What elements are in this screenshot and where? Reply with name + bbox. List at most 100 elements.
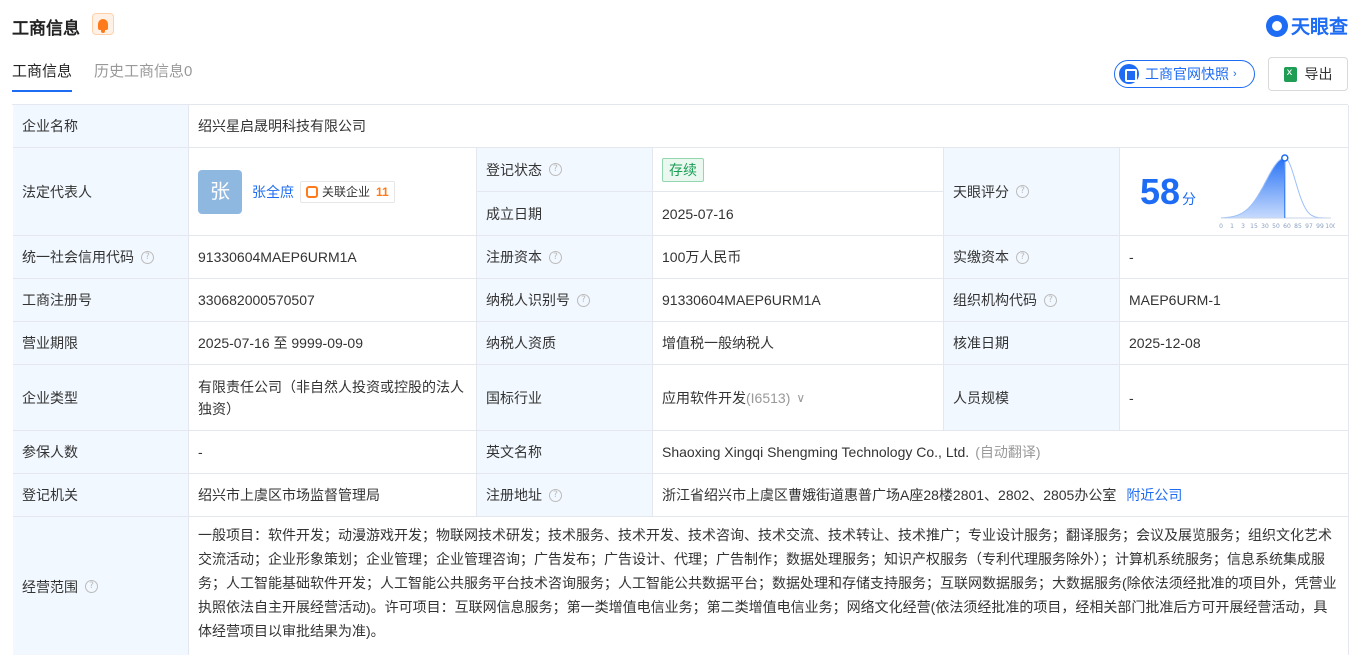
help-icon[interactable]: ? — [549, 250, 562, 264]
staff-value: - — [1129, 389, 1134, 406]
score-cell[interactable]: 58 分 0 1 3 15 30 50 60 85 97 99 100 — [1120, 148, 1349, 236]
related-companies-badge[interactable]: 关联企业 11 — [300, 180, 395, 203]
tab-business-info[interactable]: 工商信息 — [12, 60, 73, 92]
brand-logo[interactable]: 天眼查 — [1265, 12, 1348, 39]
label-reg-no: 工商注册号 — [13, 279, 189, 322]
industry-value: 应用软件开发 — [662, 389, 746, 406]
score-tick-label: 60 — [1283, 223, 1291, 230]
snapshot-button[interactable]: 工商官网快照 › — [1114, 60, 1255, 88]
label-status: 登记状态? — [477, 148, 653, 192]
score-tick-label: 99 — [1316, 223, 1324, 230]
score-distribution-chart: 0 1 3 15 30 50 60 85 97 99 100 — [1219, 154, 1335, 230]
label-text: 注册资本 — [486, 249, 542, 265]
help-icon[interactable]: ? — [1044, 293, 1057, 307]
label-taxpayer-type: 纳税人资质 — [477, 322, 653, 365]
score-tick-label: 100 — [1325, 223, 1335, 230]
help-icon[interactable]: ? — [549, 488, 562, 502]
capital: 100万人民币 — [653, 236, 944, 279]
legal-rep-name[interactable]: 张全庶 — [252, 181, 294, 203]
help-icon[interactable]: ? — [1016, 250, 1029, 264]
label-text: 国标行业 — [486, 389, 542, 406]
label-legal-rep: 法定代表人 — [13, 148, 189, 236]
tab-history-info[interactable]: 历史工商信息0 — [94, 60, 192, 92]
approved-date: 2025-12-08 — [1120, 322, 1349, 365]
label-text: 注册地址 — [486, 487, 542, 503]
label-taxpayer-id: 纳税人识别号? — [477, 279, 653, 322]
help-icon[interactable]: ? — [549, 163, 562, 176]
credit-code: 91330604MAEP6URM1A — [189, 236, 477, 279]
label-text: 统一社会信用代码 — [22, 249, 134, 265]
approved-value: 2025-12-08 — [1129, 335, 1201, 351]
authority-value: 绍兴市上虞区市场监督管理局 — [198, 487, 380, 503]
company-name-value: 绍兴星启晟明科技有限公司 — [198, 118, 366, 134]
address-value: 浙江省绍兴市上虞区曹娥街道惠普广场A座28楼2801、2802、2805办公室 — [662, 487, 1117, 503]
export-button[interactable]: 导出 — [1268, 57, 1348, 91]
business-info-table: 企业名称 绍兴星启晟明科技有限公司 法定代表人 张 张全庶 关联企业 11 登记… — [12, 104, 1349, 655]
taxpayer-type: 增值税一般纳税人 — [653, 322, 944, 365]
score-unit: 分 — [1182, 190, 1197, 207]
score-tick-label: 85 — [1294, 223, 1302, 230]
legal-rep-cell: 张 张全庶 关联企业 11 — [189, 148, 477, 236]
help-icon[interactable]: ? — [1016, 185, 1029, 198]
label-text: 成立日期 — [486, 205, 542, 222]
excel-icon — [1283, 66, 1297, 82]
score-tick-label: 15 — [1250, 223, 1258, 230]
insured-value: - — [198, 444, 203, 460]
label-staff: 人员规模 — [944, 365, 1120, 431]
en-name-value: Shaoxing Xingqi Shengming Technology Co.… — [662, 444, 970, 460]
chevron-down-icon[interactable]: ∨ — [796, 387, 805, 409]
label-address: 注册地址? — [477, 474, 653, 517]
label-capital: 注册资本? — [477, 236, 653, 279]
label-text: 人员规模 — [953, 389, 1009, 406]
avatar[interactable]: 张 — [198, 169, 242, 214]
label-authority: 登记机关 — [13, 474, 189, 517]
label-text: 登记机关 — [22, 487, 78, 503]
label-text: 纳税人识别号 — [486, 292, 570, 308]
industry[interactable]: 应用软件开发 (I6513) ∨ — [653, 365, 944, 431]
help-icon[interactable]: ? — [577, 293, 590, 307]
label-paid-capital: 实缴资本? — [944, 236, 1120, 279]
score-tick-label: 30 — [1261, 223, 1269, 230]
logo-icon — [1265, 14, 1288, 37]
reg-no: 330682000570507 — [189, 279, 477, 322]
label-text: 企业名称 — [22, 118, 78, 134]
org-code: MAEP6URM-1 — [1120, 279, 1349, 322]
export-label: 导出 — [1304, 66, 1333, 82]
help-icon[interactable]: ? — [85, 580, 98, 593]
founded-date: 2025-07-16 — [653, 192, 944, 236]
paid-capital-value: - — [1129, 249, 1134, 265]
score-tick-label: 50 — [1272, 223, 1280, 230]
term-value: 2025-07-16 至 9999-09-09 — [198, 335, 364, 351]
tab-bar: 工商信息 历史工商信息0 — [12, 60, 214, 92]
taxpayer-type-value: 增值税一般纳税人 — [662, 335, 774, 351]
label-type: 企业类型 — [13, 365, 189, 431]
network-icon — [306, 185, 318, 198]
address: 浙江省绍兴市上虞区曹娥街道惠普广场A座28楼2801、2802、2805办公室附… — [653, 474, 1349, 517]
label-text: 纳税人资质 — [486, 335, 556, 351]
company-type: 有限责任公司（非自然人投资或控股的法人独资） — [189, 365, 477, 431]
label-insured: 参保人数 — [13, 431, 189, 474]
label-text: 登记状态 — [486, 161, 542, 178]
label-text: 工商注册号 — [22, 292, 92, 308]
insured-count: - — [189, 431, 477, 474]
bell-icon[interactable] — [92, 13, 114, 35]
term: 2025-07-16 至 9999-09-09 — [189, 322, 477, 365]
related-count: 11 — [376, 184, 389, 199]
chevron-right-icon: › — [1233, 68, 1237, 80]
auto-translate-note: (自动翻译) — [975, 444, 1041, 460]
score-tick-label: 97 — [1305, 223, 1313, 230]
company-type-value: 有限责任公司（非自然人投资或控股的法人独资） — [198, 378, 464, 417]
score-marker-dot — [1281, 154, 1289, 162]
reg-no-value: 330682000570507 — [198, 292, 315, 308]
company-name: 绍兴星启晟明科技有限公司 — [189, 105, 1349, 148]
header-bar: 工商信息 天眼查 — [0, 0, 1358, 50]
taxpayer-id-value: 91330604MAEP6URM1A — [662, 292, 821, 308]
nearby-companies-link[interactable]: 附近公司 — [1126, 484, 1182, 506]
help-icon[interactable]: ? — [141, 250, 154, 264]
score-tick-label: 1 — [1230, 223, 1234, 230]
en-name: Shaoxing Xingqi Shengming Technology Co.… — [653, 431, 1349, 474]
label-text: 经营范围 — [22, 578, 78, 595]
label-scope: 经营范围? — [13, 517, 189, 655]
related-label: 关联企业 — [322, 184, 371, 199]
label-text: 英文名称 — [486, 444, 542, 460]
